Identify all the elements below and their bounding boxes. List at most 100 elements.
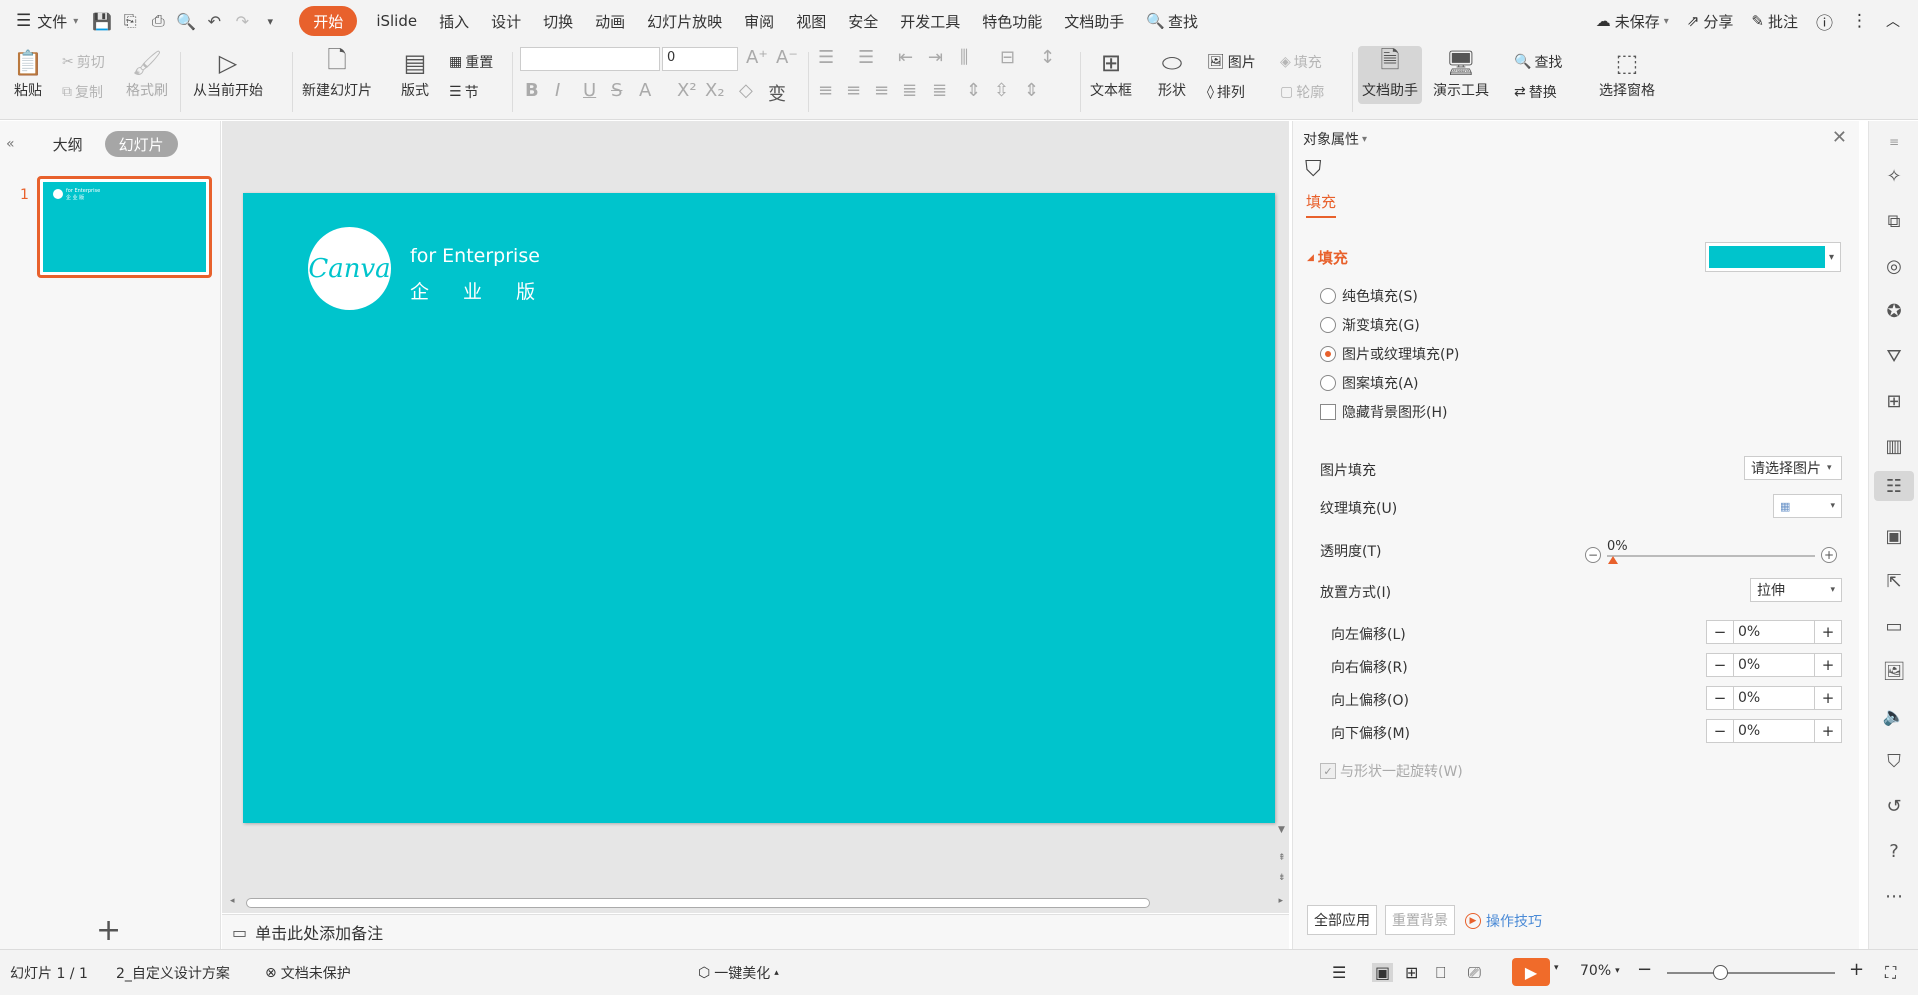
picture-texture-fill-radio[interactable]: 图片或纹理填充(P)	[1320, 344, 1459, 364]
fill-color-picker[interactable]: ▾	[1705, 242, 1841, 272]
increase-button[interactable]: +	[1815, 621, 1841, 643]
comment-button[interactable]: ✎ 批注	[1742, 11, 1807, 32]
vertical-scrollbar[interactable]: ▼ ⇞ ⇟	[1276, 193, 1289, 893]
bold-icon[interactable]: B	[525, 80, 539, 101]
outdent-icon[interactable]: ⇤	[898, 47, 913, 68]
format-painter-button[interactable]: 🖌 格式刷	[126, 46, 168, 100]
image-icon[interactable]: 🖼	[1879, 656, 1909, 686]
align-left-icon[interactable]: ≡	[818, 80, 833, 101]
play-slideshow-button[interactable]: ▶	[1512, 958, 1550, 986]
tab-fill[interactable]: 填充	[1306, 191, 1337, 218]
tab-home[interactable]: 开始	[299, 6, 358, 36]
notes-area[interactable]: ▭ 单击此处添加备注	[222, 914, 1289, 949]
help-icon[interactable]: ?	[1879, 836, 1909, 866]
align-center-icon[interactable]: ≡	[846, 80, 861, 101]
decrease-icon[interactable]: −	[1585, 547, 1601, 563]
gallery-icon[interactable]: ▣	[1879, 521, 1909, 551]
audio-icon[interactable]: 🔈	[1879, 701, 1909, 731]
justify-icon[interactable]: ≣	[902, 80, 917, 101]
tab-transitions[interactable]: 切换	[532, 6, 584, 36]
tab-special-features[interactable]: 特色功能	[971, 6, 1053, 36]
tips-link[interactable]: ▶ 操作技巧	[1465, 911, 1542, 931]
layout-button[interactable]: ▤ 版式	[398, 46, 432, 100]
offset-right-input[interactable]: 0%	[1733, 654, 1815, 676]
font-size-select[interactable]: 0	[662, 47, 738, 71]
pattern-fill-radio[interactable]: 图案填充(A)	[1320, 373, 1419, 393]
zoom-slider-track[interactable]	[1667, 972, 1835, 974]
font-name-select[interactable]	[520, 47, 660, 71]
customize-quick-access-icon[interactable]: ▾	[257, 8, 283, 34]
reset-button[interactable]: ▦ 重置	[449, 52, 493, 72]
increase-font-icon[interactable]: A⁺	[746, 47, 768, 68]
zoom-slider-handle[interactable]	[1713, 965, 1728, 980]
drag-handle-icon[interactable]: ≡	[1879, 127, 1909, 157]
fill-section-header[interactable]: ◢ 填充	[1307, 247, 1348, 268]
close-icon[interactable]: ✕	[1832, 127, 1847, 148]
one-click-beautify[interactable]: ⬡ 一键美化 ▴	[698, 963, 779, 983]
play-from-current-button[interactable]: ▷ 从当前开始	[193, 46, 263, 100]
tab-slideshow[interactable]: 幻灯片放映	[636, 6, 733, 36]
theme-icon[interactable]: ⛛	[1879, 341, 1909, 371]
italic-icon[interactable]: I	[555, 80, 560, 101]
increase-button[interactable]: +	[1815, 720, 1841, 742]
numbering-icon[interactable]: ☰	[858, 47, 874, 68]
panel-title[interactable]: 对象属性 ▾	[1303, 129, 1367, 149]
file-menu[interactable]: ☰ 文件 ▾	[0, 6, 89, 36]
collapse-ribbon-icon[interactable]: ︿	[1877, 11, 1918, 31]
gradient-fill-radio[interactable]: 渐变填充(G)	[1320, 315, 1420, 335]
slide-thumbnail[interactable]: for Enterprise 企 业 版	[37, 176, 212, 278]
paragraph-settings-icon[interactable]: ⇕	[1024, 80, 1039, 101]
tab-insert[interactable]: 插入	[428, 6, 480, 36]
offset-bottom-input[interactable]: 0%	[1733, 720, 1815, 742]
distribute-icon[interactable]: ≣	[932, 80, 947, 101]
reset-background-button[interactable]: 重置背景	[1385, 905, 1455, 935]
prev-slide-icon[interactable]: ⇞	[1278, 853, 1286, 863]
char-spacing-icon[interactable]: 变	[768, 80, 786, 106]
sorter-view-icon[interactable]: ⊞	[1405, 963, 1418, 982]
fit-window-icon[interactable]: ⛶	[1885, 963, 1896, 983]
present-tools-button[interactable]: 🖥 演示工具	[1433, 46, 1489, 100]
tab-islide[interactable]: iSlide	[365, 6, 428, 36]
superscript-icon[interactable]: X²	[677, 80, 697, 101]
find-button[interactable]: 🔍 查找	[1514, 52, 1562, 72]
apply-all-button[interactable]: 全部应用	[1307, 905, 1377, 935]
chevron-down-icon[interactable]: ▾	[1554, 963, 1559, 973]
print-icon[interactable]: ⎙	[145, 8, 171, 34]
selection-pane-button[interactable]: ⬚ 选择窗格	[1599, 46, 1655, 100]
slider-handle[interactable]	[1608, 556, 1618, 564]
cloud-save-status[interactable]: ☁ 未保存 ▾	[1587, 11, 1678, 32]
zoom-level[interactable]: 70% ▾	[1580, 963, 1620, 979]
placement-select[interactable]: 拉伸 ▾	[1750, 578, 1842, 602]
magic-icon[interactable]: ✧	[1879, 161, 1909, 191]
scroll-right-icon[interactable]: ▸	[1278, 896, 1283, 906]
decrease-font-icon[interactable]: A⁻	[776, 47, 798, 68]
normal-view-icon[interactable]: ▣	[1372, 963, 1394, 982]
copy-button[interactable]: ⧉ 复制	[62, 82, 103, 102]
zoom-out-icon[interactable]: −	[1637, 959, 1652, 980]
print-preview-icon[interactable]: 🔍	[173, 8, 199, 34]
offset-left-stepper[interactable]: − 0% +	[1706, 620, 1842, 644]
picture-button[interactable]: 🖼 图片	[1207, 52, 1256, 72]
more-icon[interactable]: ⋮	[1842, 11, 1877, 31]
bullets-icon[interactable]: ☰	[818, 47, 834, 68]
more-icon[interactable]: ⋯	[1879, 881, 1909, 911]
line-spacing-icon[interactable]: ↕	[1040, 47, 1055, 68]
output-pdf-icon[interactable]: ⎘	[117, 8, 143, 34]
reading-view-icon[interactable]: ⎕	[1436, 963, 1446, 983]
tab-developer[interactable]: 开发工具	[889, 6, 971, 36]
columns-icon[interactable]: ⫼	[960, 47, 968, 68]
shape-button[interactable]: ⬭ 形状	[1155, 46, 1189, 100]
next-slide-icon[interactable]: ⇟	[1278, 873, 1286, 883]
rotate-with-shape-checkbox[interactable]: ✓ 与形状一起旋转(W)	[1320, 761, 1463, 781]
redo-icon[interactable]: ↷	[229, 8, 255, 34]
align-right-icon[interactable]: ≡	[874, 80, 889, 101]
vertical-align-icon[interactable]: ⇳	[994, 80, 1009, 101]
tab-view[interactable]: 视图	[785, 6, 837, 36]
picture-fill-select[interactable]: 请选择图片 ▾	[1744, 456, 1842, 480]
horizontal-scrollbar[interactable]: ◂ ▸	[222, 893, 1289, 913]
tab-animations[interactable]: 动画	[584, 6, 636, 36]
notes-toggle-icon[interactable]: ☰	[1332, 963, 1346, 982]
transparency-slider[interactable]: − 0% +	[1585, 539, 1837, 565]
offset-left-input[interactable]: 0%	[1733, 621, 1815, 643]
collapse-panel-icon[interactable]: «	[6, 136, 15, 152]
